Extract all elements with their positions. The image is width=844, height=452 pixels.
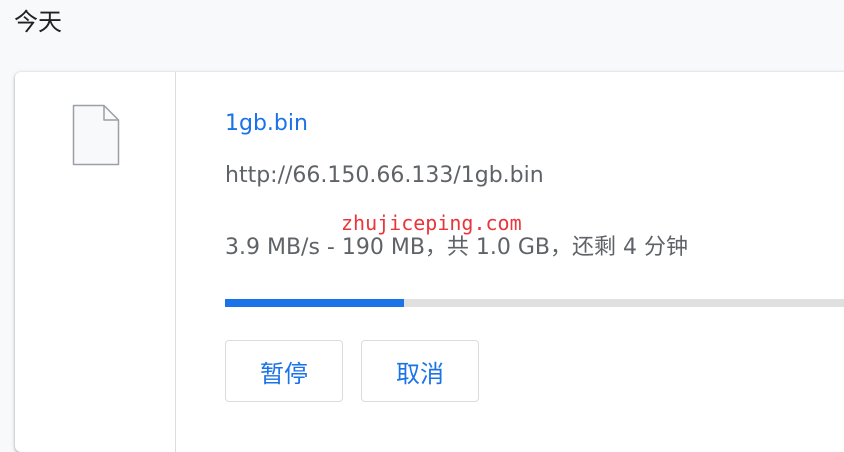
download-url: http://66.150.66.133/1gb.bin xyxy=(225,163,544,188)
file-name-link[interactable]: 1gb.bin xyxy=(225,110,308,138)
pause-button[interactable]: 暂停 xyxy=(225,340,343,402)
file-icon-column xyxy=(15,72,176,452)
cancel-button[interactable]: 取消 xyxy=(361,340,479,402)
download-status: 3.9 MB/s - 190 MB，共 1.0 GB，还剩 4 分钟 xyxy=(225,235,689,260)
download-progress-fill xyxy=(225,299,405,307)
section-heading-today: 今天 xyxy=(14,8,62,36)
download-card: 1gb.bin http://66.150.66.133/1gb.bin 3.9… xyxy=(15,72,844,452)
download-progress-bar xyxy=(225,299,844,307)
file-icon xyxy=(72,104,120,166)
